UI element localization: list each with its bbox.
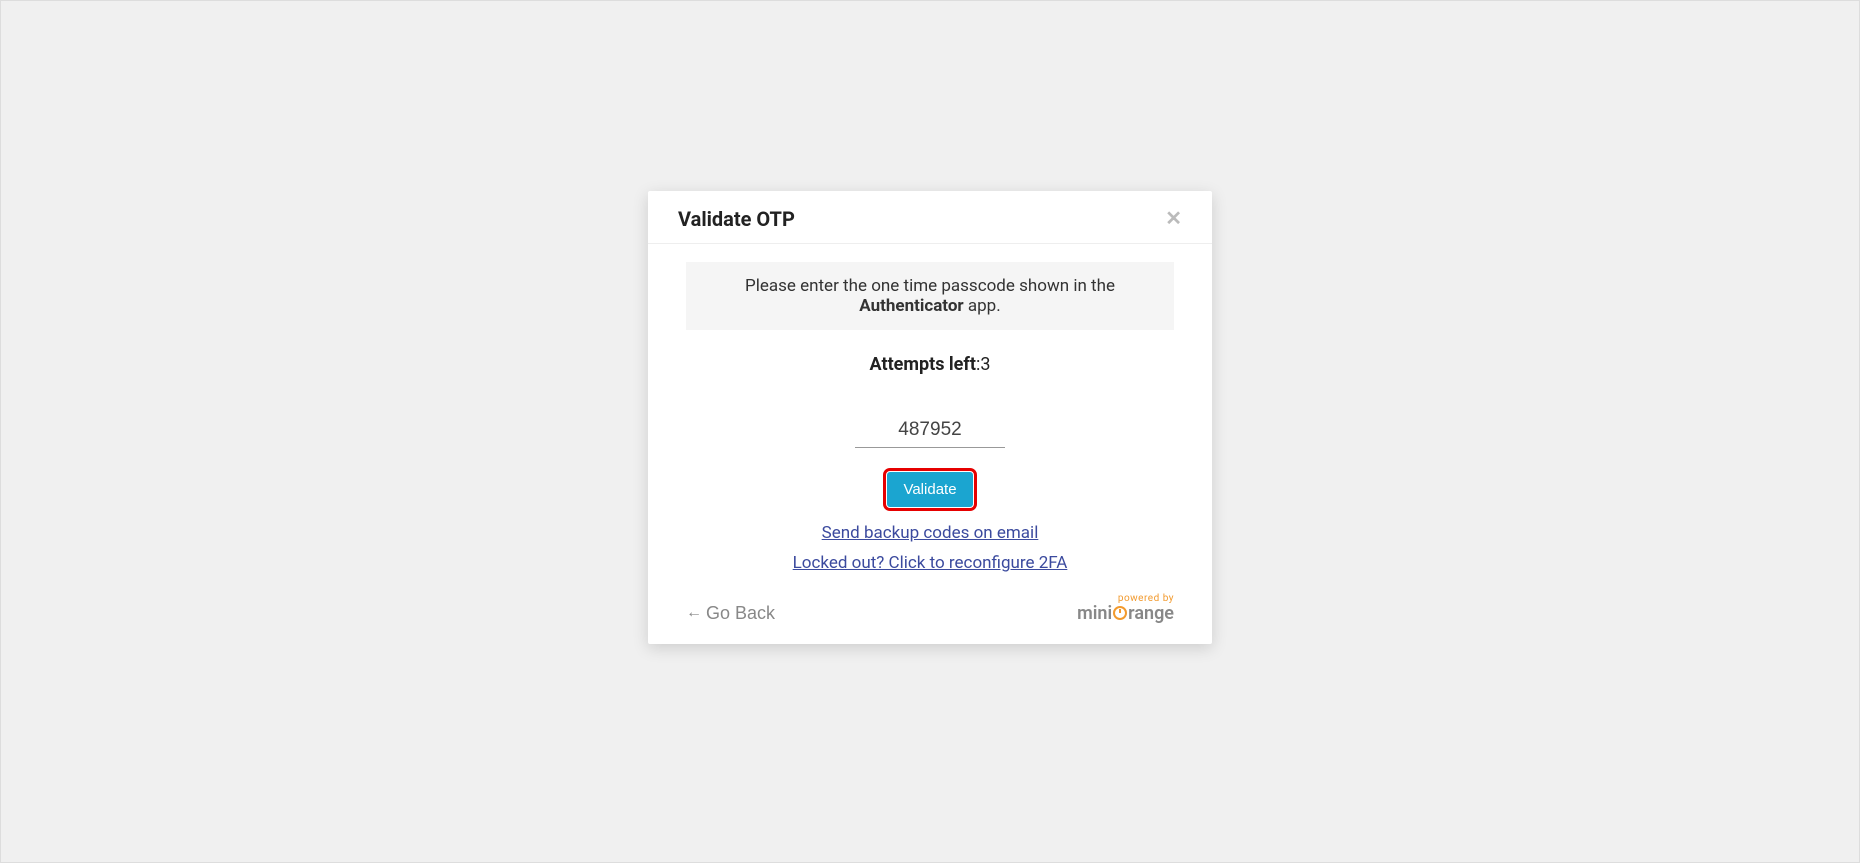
locked-out-line: Locked out? Click to reconfigure 2FA bbox=[686, 553, 1174, 573]
modal-title: Validate OTP bbox=[678, 207, 795, 231]
brand-prefix: mini bbox=[1077, 603, 1112, 624]
go-back-button[interactable]: ← Go Back bbox=[686, 603, 775, 624]
attempts-left: Attempts left:3 bbox=[686, 354, 1174, 375]
send-backup-codes-link[interactable]: Send backup codes on email bbox=[822, 523, 1039, 543]
instruction-suffix: app. bbox=[964, 296, 1001, 316]
brand-o-icon bbox=[1113, 606, 1127, 620]
modal-body: Please enter the one time passcode shown… bbox=[648, 244, 1212, 644]
modal-header: Validate OTP ✕ bbox=[648, 191, 1212, 244]
backup-codes-line: Send backup codes on email bbox=[686, 523, 1174, 543]
arrow-left-icon: ← bbox=[686, 605, 702, 621]
instruction-text: Please enter the one time passcode shown… bbox=[686, 262, 1174, 330]
otp-modal: Validate OTP ✕ Please enter the one time… bbox=[648, 191, 1212, 644]
close-icon[interactable]: ✕ bbox=[1165, 209, 1182, 229]
modal-footer: ← Go Back powered by minirange bbox=[686, 593, 1174, 624]
attempts-label: Attempts left bbox=[870, 354, 976, 375]
otp-input-wrapper bbox=[686, 415, 1174, 448]
powered-by-logo: powered by minirange bbox=[1077, 593, 1174, 624]
otp-input[interactable] bbox=[855, 415, 1005, 448]
brand-suffix: range bbox=[1128, 603, 1174, 624]
instruction-app-name: Authenticator bbox=[859, 296, 963, 316]
attempts-value: :3 bbox=[976, 354, 990, 375]
validate-wrapper: Validate bbox=[686, 472, 1174, 507]
brand-name: mini range bbox=[1077, 604, 1174, 624]
instruction-prefix: Please enter the one time passcode shown… bbox=[745, 276, 1115, 296]
go-back-label: Go Back bbox=[706, 603, 775, 624]
reconfigure-2fa-link[interactable]: Locked out? Click to reconfigure 2FA bbox=[793, 553, 1068, 573]
validate-button[interactable]: Validate bbox=[887, 472, 972, 507]
